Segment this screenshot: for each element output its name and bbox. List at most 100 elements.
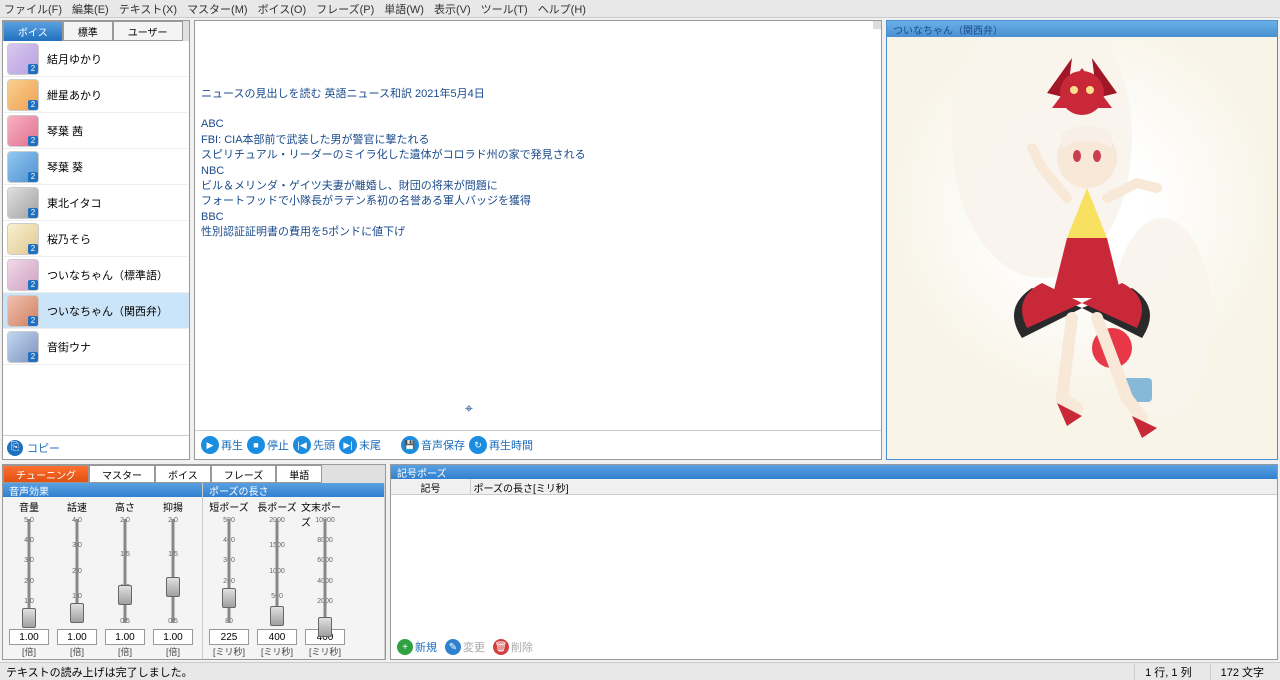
slider-unit: [倍]	[166, 645, 180, 657]
head-button[interactable]: |◀先頭	[293, 436, 335, 454]
slider-unit: [倍]	[118, 645, 132, 657]
slider-thumb[interactable]	[118, 585, 132, 605]
voice-item[interactable]: 東北イタコ	[3, 185, 189, 221]
tuning-tabs: チューニング マスター ボイス フレーズ 単語	[3, 465, 385, 483]
editor-line: BBC	[201, 210, 875, 225]
symbol-pause-header: 記号ポーズ	[391, 465, 1277, 479]
menu-text[interactable]: テキスト(X)	[119, 1, 177, 17]
voice-name: 音街ウナ	[47, 339, 91, 355]
tab-phrase[interactable]: フレーズ	[211, 465, 277, 483]
slider-unit: [ミリ秒]	[261, 645, 293, 657]
tuning-body: 音声効果 音量5.04.03.02.01.00.0[倍] 話速4.03.02.01…	[3, 483, 385, 659]
tab-voice-tune[interactable]: ボイス	[155, 465, 211, 483]
menu-view[interactable]: 表示(V)	[434, 1, 471, 17]
tab-standard[interactable]: 標準	[63, 21, 113, 41]
effect-sliders: 音量5.04.03.02.01.00.0[倍] 話速4.03.02.01.00.5…	[3, 497, 202, 659]
slider-value-input[interactable]	[209, 629, 249, 645]
slider-track[interactable]: 2.01.51.00.5	[110, 513, 140, 629]
tab-tuning[interactable]: チューニング	[3, 465, 89, 483]
voice-avatar	[7, 79, 39, 111]
slider-value-input[interactable]	[9, 629, 49, 645]
editor-line: 性別認証証明書の費用を5ポンドに値下げ	[201, 225, 875, 240]
slider-value-input[interactable]	[257, 629, 297, 645]
editor-line: ニュースの見出しを読む 英語ニュース和訳 2021年5月4日	[201, 87, 875, 102]
scroll-indicator[interactable]	[873, 21, 881, 29]
play-icon: ▶	[201, 436, 219, 454]
voice-item[interactable]: 紲星あかり	[3, 77, 189, 113]
voice-effect-header: 音声効果	[3, 483, 202, 497]
menu-file[interactable]: ファイル(F)	[4, 1, 62, 17]
slider-thumb[interactable]	[270, 606, 284, 626]
stop-button[interactable]: ■停止	[247, 436, 289, 454]
slider-track[interactable]: 1000080006000400020000	[310, 513, 340, 629]
menu-help[interactable]: ヘルプ(H)	[538, 1, 586, 17]
menu-edit[interactable]: 編集(E)	[72, 1, 109, 17]
symbol-edit-button[interactable]: ✎変更	[445, 639, 485, 655]
slider-value-input[interactable]	[57, 629, 97, 645]
voice-item[interactable]: ついなちゃん（関西弁）	[3, 293, 189, 329]
slider-label: 高さ	[115, 499, 135, 513]
symbol-delete-button[interactable]: 🗑削除	[493, 639, 533, 655]
slider-label: 文末ポーズ	[301, 499, 349, 513]
voice-name: 紲星あかり	[47, 87, 102, 103]
voice-name: 琴葉 茜	[47, 123, 83, 139]
symbol-new-button[interactable]: +新規	[397, 639, 437, 655]
tab-word[interactable]: 単語	[276, 465, 322, 483]
voice-name: 結月ゆかり	[47, 51, 102, 67]
slider-thumb[interactable]	[222, 588, 236, 608]
play-button[interactable]: ▶再生	[201, 436, 243, 454]
editor-panel: ⌖ ニュースの見出しを読む 英語ニュース和訳 2021年5月4日 ABCFBI:…	[194, 20, 882, 460]
pencil-icon: ✎	[445, 639, 461, 655]
menu-tool[interactable]: ツール(T)	[481, 1, 528, 17]
slider-track[interactable]: 2.01.51.00.5	[158, 513, 188, 629]
voice-tabs: ボイス 標準 ユーザー	[3, 21, 189, 41]
slider-track[interactable]: 4.03.02.01.00.5	[62, 513, 92, 629]
slider-thumb[interactable]	[22, 608, 36, 628]
tab-master[interactable]: マスター	[89, 465, 155, 483]
voice-list[interactable]: 結月ゆかり紲星あかり琴葉 茜琴葉 葵東北イタコ桜乃そらついなちゃん（標準語）つい…	[3, 41, 189, 435]
symbol-pause-panel: 記号ポーズ 記号 ポーズの長さ[ミリ秒] +新規 ✎変更 🗑削除	[390, 464, 1278, 660]
voice-item[interactable]: 琴葉 葵	[3, 149, 189, 185]
slider-thumb[interactable]	[166, 577, 180, 597]
voice-name: 桜乃そら	[47, 231, 91, 247]
symbol-col-length[interactable]: ポーズの長さ[ミリ秒]	[471, 479, 571, 494]
trash-icon: 🗑	[493, 639, 509, 655]
text-editor[interactable]: ⌖ ニュースの見出しを読む 英語ニュース和訳 2021年5月4日 ABCFBI:…	[195, 21, 881, 431]
voice-item[interactable]: 琴葉 茜	[3, 113, 189, 149]
slider-track[interactable]: 200015001000500100	[262, 513, 292, 629]
copy-button[interactable]: ⎘ コピー	[3, 435, 189, 459]
voice-item[interactable]: 桜乃そら	[3, 221, 189, 257]
play-time-button[interactable]: ↻再生時間	[469, 436, 533, 454]
tail-button[interactable]: ▶|末尾	[339, 436, 381, 454]
symbol-col-symbol[interactable]: 記号	[391, 479, 471, 494]
slider-thumb[interactable]	[318, 617, 332, 637]
stop-icon: ■	[247, 436, 265, 454]
symbol-table-body[interactable]	[391, 495, 1277, 635]
slider-音量: 音量5.04.03.02.01.00.0[倍]	[5, 499, 53, 657]
status-message: テキストの読み上げは完了しました。	[6, 664, 193, 680]
voice-item[interactable]: ついなちゃん（標準語）	[3, 257, 189, 293]
tab-voice[interactable]: ボイス	[3, 21, 63, 41]
editor-line: スピリチュアル・リーダーのミイラ化した遺体がコロラド州の家で発見される	[201, 148, 875, 163]
menu-master[interactable]: マスター(M)	[187, 1, 248, 17]
slider-label: 長ポーズ	[257, 499, 297, 513]
slider-value-input[interactable]	[105, 629, 145, 645]
mouse-cursor-icon: ⌖	[465, 399, 473, 419]
slider-unit: [ミリ秒]	[213, 645, 245, 657]
menu-voice[interactable]: ボイス(O)	[258, 1, 307, 17]
editor-line: ABC	[201, 117, 875, 132]
menu-phrase[interactable]: フレーズ(P)	[316, 1, 374, 17]
slider-抑揚: 抑揚2.01.51.00.5[倍]	[149, 499, 197, 657]
menu-word[interactable]: 単語(W)	[384, 1, 424, 17]
slider-track[interactable]: 5.04.03.02.01.00.0	[14, 513, 44, 629]
slider-label: 話速	[67, 499, 87, 513]
save-audio-button[interactable]: 💾音声保存	[401, 436, 465, 454]
voice-item[interactable]: 音街ウナ	[3, 329, 189, 365]
slider-track[interactable]: 50040030020010080	[214, 513, 244, 629]
tuning-panel: チューニング マスター ボイス フレーズ 単語 音声効果 音量5.04.03.0…	[2, 464, 386, 660]
slider-value-input[interactable]	[153, 629, 193, 645]
editor-line: FBI: CIA本部前で武装した男が警官に撃たれる	[201, 133, 875, 148]
slider-thumb[interactable]	[70, 603, 84, 623]
voice-item[interactable]: 結月ゆかり	[3, 41, 189, 77]
tab-user[interactable]: ユーザー	[113, 21, 183, 41]
